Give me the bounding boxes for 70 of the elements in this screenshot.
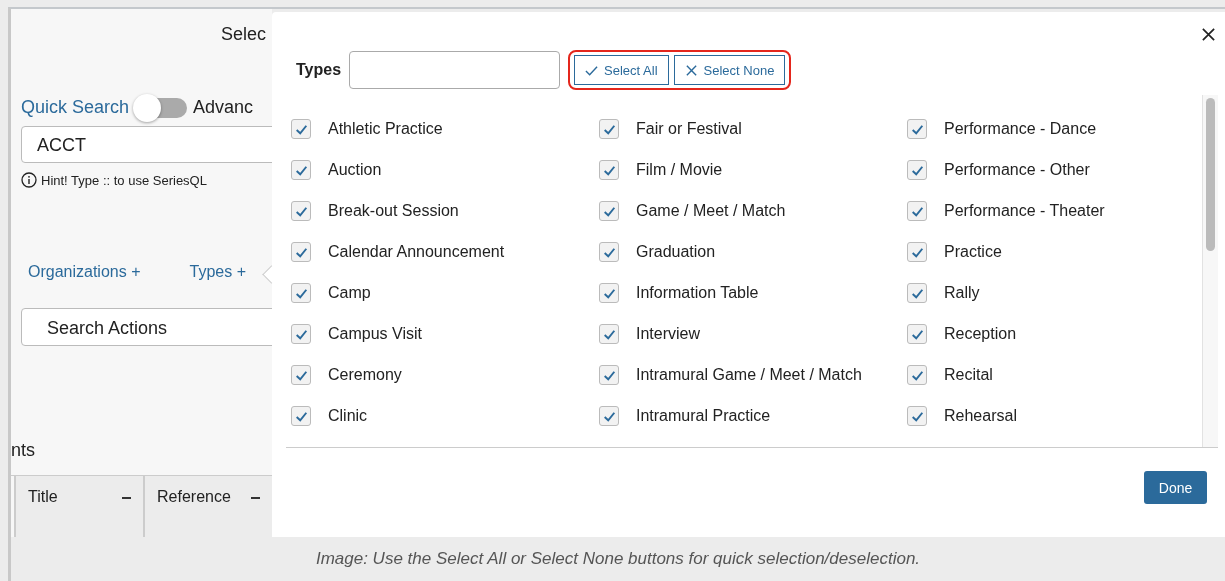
type-label[interactable]: Clinic [328, 407, 368, 425]
type-label[interactable]: Intramural Game / Meet / Match [636, 366, 862, 384]
checkbox[interactable] [907, 119, 927, 139]
scrollbar[interactable] [1202, 95, 1218, 447]
type-label[interactable]: Auction [328, 161, 382, 179]
section-heading: nts [11, 440, 36, 461]
checkbox[interactable] [907, 201, 927, 221]
type-label[interactable]: Performance - Dance [944, 120, 1097, 138]
type-label[interactable]: Practice [944, 243, 1002, 261]
column-header[interactable]: Reference [143, 476, 272, 537]
type-label[interactable]: Reception [944, 325, 1017, 343]
done-button[interactable]: Done [1144, 471, 1207, 504]
type-label[interactable]: Information Table [636, 284, 759, 302]
filter-link[interactable]: Types + [189, 263, 246, 281]
type-label[interactable]: Camp [328, 284, 371, 302]
type-label[interactable]: Graduation [636, 243, 716, 261]
close-icon [684, 63, 698, 77]
checkbox[interactable] [599, 119, 619, 139]
search-field[interactable]: ACCT [21, 126, 272, 163]
checkbox[interactable] [907, 160, 927, 180]
type-label[interactable]: Intramural Practice [636, 407, 771, 425]
checkbox[interactable] [599, 406, 619, 426]
checkbox[interactable] [907, 283, 927, 303]
type-label[interactable]: Break-out Session [328, 202, 459, 220]
type-label[interactable]: Recital [944, 366, 993, 384]
advanced-label: Advanc [193, 97, 254, 118]
types-label: Types [296, 61, 342, 79]
type-label[interactable]: Fair or Festival [636, 120, 742, 138]
type-label[interactable]: Calendar Announcement [328, 243, 505, 261]
checkbox[interactable] [599, 324, 619, 344]
filter-link[interactable]: Organizations + [28, 263, 141, 281]
type-label[interactable]: Game / Meet / Match [636, 202, 786, 220]
checkbox[interactable] [291, 365, 311, 385]
actions-field[interactable]: Search Actions [21, 308, 272, 346]
hint-text: Hint! Type :: to use SeriesQL [41, 172, 207, 188]
type-label[interactable]: Campus Visit [328, 325, 422, 343]
checkbox[interactable] [599, 365, 619, 385]
checkbox[interactable] [291, 160, 311, 180]
checkbox[interactable] [291, 324, 311, 344]
checkbox[interactable] [907, 406, 927, 426]
type-label[interactable]: Ceremony [328, 366, 402, 384]
types-filter-field[interactable] [349, 51, 561, 89]
page-heading: Selec [221, 24, 268, 46]
select-button[interactable]: Select None [673, 55, 786, 85]
type-label[interactable]: Rally [944, 284, 980, 302]
checkbox[interactable] [599, 201, 619, 221]
checkbox[interactable] [291, 201, 311, 221]
checkbox[interactable] [291, 242, 311, 262]
checkbox[interactable] [291, 406, 311, 426]
checkbox[interactable] [599, 242, 619, 262]
checkbox[interactable] [907, 324, 927, 344]
checkbox[interactable] [907, 242, 927, 262]
quick-search-label[interactable]: Quick Search [21, 97, 130, 118]
close-icon[interactable] [1201, 27, 1216, 42]
checkbox[interactable] [599, 160, 619, 180]
type-label[interactable]: Interview [636, 325, 701, 343]
checkbox[interactable] [291, 283, 311, 303]
type-label[interactable]: Athletic Practice [328, 120, 443, 138]
checkbox[interactable] [599, 283, 619, 303]
column-header[interactable]: Title [14, 476, 143, 537]
type-label[interactable]: Film / Movie [636, 161, 723, 179]
type-label[interactable]: Performance - Other [944, 161, 1090, 179]
image-caption: Image: Use the Select All or Select None buttons for quick selection/deselection. [8, 537, 1225, 581]
select-button[interactable]: Select All [574, 55, 669, 85]
check-icon [585, 63, 599, 77]
type-label[interactable]: Performance - Theater [944, 202, 1105, 220]
checkbox[interactable] [291, 119, 311, 139]
info-icon [21, 172, 37, 188]
checkbox[interactable] [907, 365, 927, 385]
type-label[interactable]: Rehearsal [944, 407, 1017, 425]
